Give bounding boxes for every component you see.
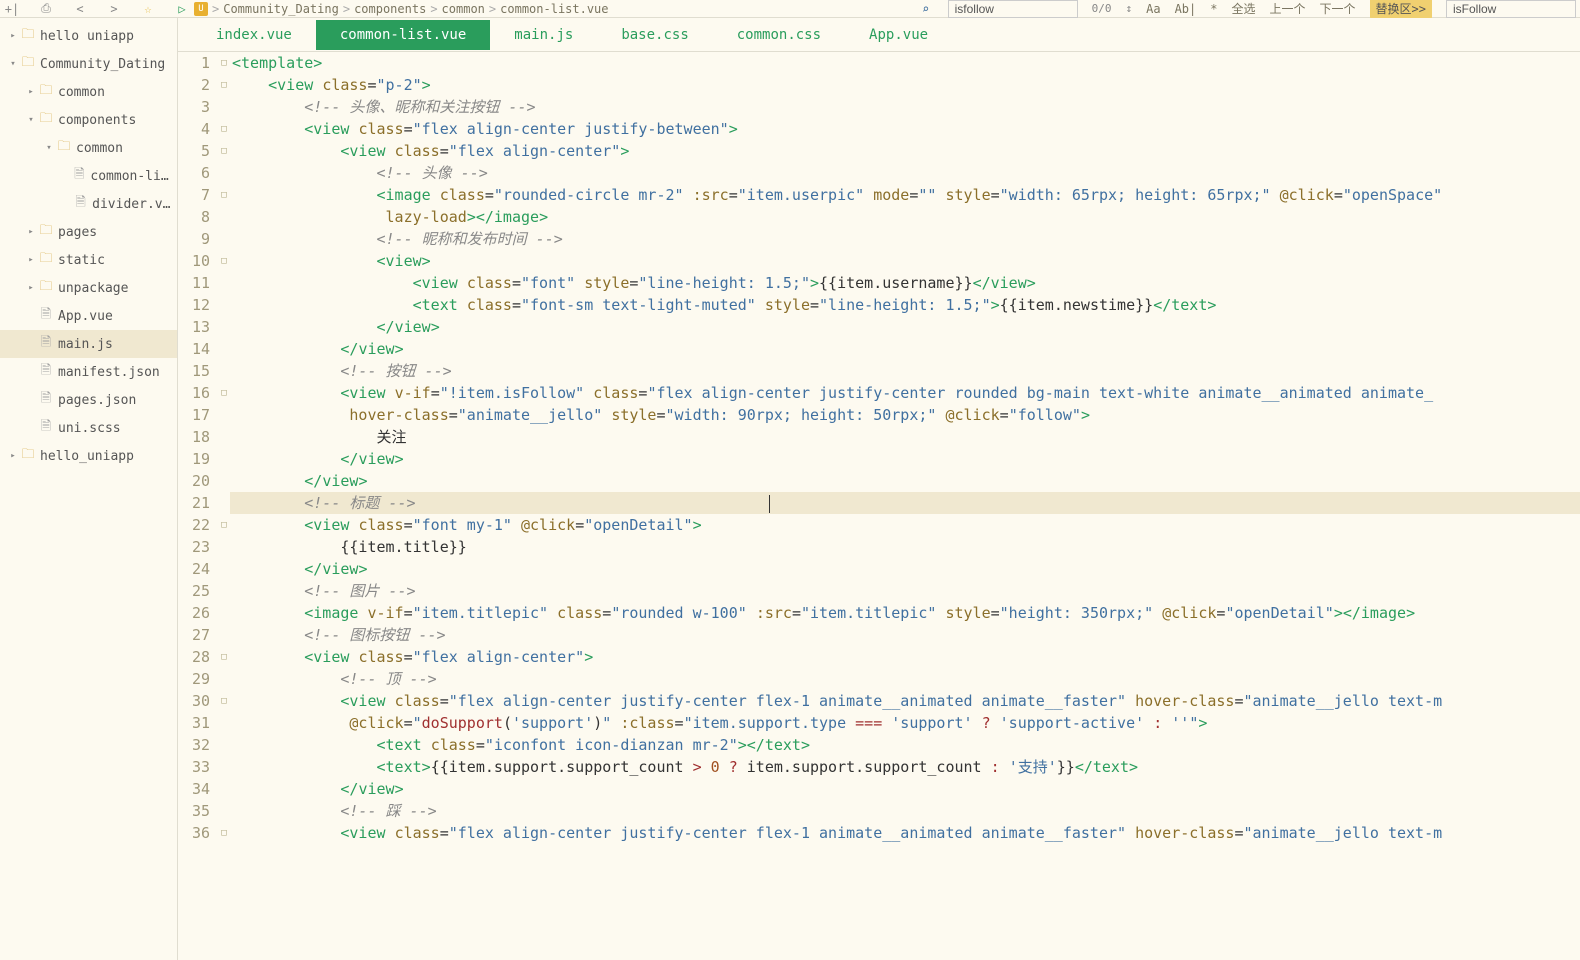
crumb-2[interactable]: common (442, 2, 485, 16)
tree-item-App-vue[interactable]: 🗎 App.vue (0, 302, 177, 330)
folder-icon: 🗀 (56, 137, 72, 159)
tree-item-pages-json[interactable]: 🗎 pages.json (0, 386, 177, 414)
tab-index-vue[interactable]: index.vue (192, 20, 316, 50)
crumb-0[interactable]: Community_Dating (223, 2, 339, 16)
crumb-3[interactable]: common-list.vue (500, 2, 608, 16)
new-tab-icon[interactable]: +| (4, 1, 20, 17)
file-icon: 🗎 (72, 165, 86, 187)
forward-icon[interactable]: > (106, 1, 122, 17)
folder-icon: 🗀 (38, 109, 54, 131)
breadcrumb: U > Community_Dating > components > comm… (194, 2, 609, 16)
tab-main-js[interactable]: main.js (490, 20, 597, 50)
tab-common-css[interactable]: common.css (713, 20, 845, 50)
tree-item-pages[interactable]: ▸🗀pages (0, 218, 177, 246)
tree-label: uni.scss (58, 421, 121, 436)
crumb-1[interactable]: components (354, 2, 426, 16)
tree-item-common[interactable]: ▾🗀common (0, 134, 177, 162)
opt-selectall[interactable]: 全选 (1232, 0, 1256, 17)
tree-item-Community_Dating[interactable]: ▾🗀Community_Dating (0, 50, 177, 78)
line-gutter: 1234567891011121314151617181920212223242… (178, 52, 218, 960)
tab-common-list-vue[interactable]: common-list.vue (316, 20, 490, 50)
replace-input[interactable] (1446, 0, 1576, 18)
file-icon: 🗎 (38, 361, 54, 383)
tree-item-common[interactable]: ▸🗀common (0, 78, 177, 106)
opt-ab[interactable]: Ab| (1175, 2, 1197, 16)
tree-label: divider.vue (92, 197, 173, 212)
file-tree: ▸🗀hello uniapp▾🗀Community_Dating▸🗀common… (0, 18, 178, 960)
folder-icon: 🗀 (20, 445, 36, 467)
back-icon[interactable]: < (72, 1, 88, 17)
tree-item-uni-scss[interactable]: 🗎 uni.scss (0, 414, 177, 442)
tree-label: common (58, 85, 105, 100)
tree-label: static (58, 253, 105, 268)
project-icon: U (194, 2, 208, 16)
run-icon[interactable]: ▷ (174, 1, 190, 17)
file-icon: 🗎 (38, 333, 54, 355)
fold-column[interactable]: □□□□□□□□□□□ (218, 52, 230, 960)
folder-icon: 🗀 (38, 221, 54, 243)
tree-label: hello uniapp (40, 29, 134, 44)
star-icon[interactable]: ☆ (140, 1, 156, 17)
code-editor[interactable]: 1234567891011121314151617181920212223242… (178, 52, 1580, 960)
search-icon[interactable]: ⌕ (918, 1, 934, 17)
tree-item-common-li-[interactable]: 🗎 common-li... (0, 162, 177, 190)
folder-icon: 🗀 (38, 81, 54, 103)
tree-label: Community_Dating (40, 57, 165, 72)
tree-item-static[interactable]: ▸🗀static (0, 246, 177, 274)
tree-item-manifest-json[interactable]: 🗎 manifest.json (0, 358, 177, 386)
tree-item-divider-vue[interactable]: 🗎 divider.vue (0, 190, 177, 218)
search-input[interactable] (948, 0, 1078, 18)
file-icon: 🗎 (38, 305, 54, 327)
top-toolbar: +| ⎙ < > ☆ ▷ U > Community_Dating > comp… (0, 0, 1580, 18)
tab-base-css[interactable]: base.css (597, 20, 712, 50)
tree-label: manifest.json (58, 365, 160, 380)
opt-prev[interactable]: 上一个 (1270, 0, 1306, 17)
folder-icon: 🗀 (20, 53, 36, 75)
opt-regex[interactable]: * (1210, 2, 1217, 16)
folder-icon: 🗀 (38, 277, 54, 299)
folder-icon: 🗀 (38, 249, 54, 271)
tree-label: main.js (58, 337, 113, 352)
tree-label: pages (58, 225, 97, 240)
tree-label: App.vue (58, 309, 113, 324)
tree-item-hello-uniapp[interactable]: ▸🗀hello uniapp (0, 22, 177, 50)
tree-label: pages.json (58, 393, 136, 408)
code-content[interactable]: <template> <view class="p-2"> <!-- 头像、昵称… (230, 52, 1580, 960)
case-icon[interactable]: ↕ (1126, 2, 1133, 15)
folder-icon: 🗀 (20, 25, 36, 47)
file-icon: 🗎 (73, 193, 88, 215)
tree-item-unpackage[interactable]: ▸🗀unpackage (0, 274, 177, 302)
replace-toggle[interactable]: 替换区>> (1370, 0, 1432, 19)
tree-item-hello_uniapp[interactable]: ▸🗀hello_uniapp (0, 442, 177, 470)
tab-App-vue[interactable]: App.vue (845, 20, 952, 50)
tree-label: common (76, 141, 123, 156)
tree-label: components (58, 113, 136, 128)
save-icon[interactable]: ⎙ (38, 1, 54, 17)
editor-tabs: index.vuecommon-list.vuemain.jsbase.cssc… (178, 18, 1580, 52)
tree-label: unpackage (58, 281, 128, 296)
tree-label: hello_uniapp (40, 449, 134, 464)
search-count: 0/0 (1092, 2, 1112, 15)
file-icon: 🗎 (38, 417, 54, 439)
file-icon: 🗎 (38, 389, 54, 411)
opt-next[interactable]: 下一个 (1320, 0, 1356, 17)
tree-item-components[interactable]: ▾🗀components (0, 106, 177, 134)
tree-item-main-js[interactable]: 🗎 main.js (0, 330, 177, 358)
opt-aa[interactable]: Aa (1146, 2, 1160, 16)
tree-label: common-li... (90, 169, 173, 184)
